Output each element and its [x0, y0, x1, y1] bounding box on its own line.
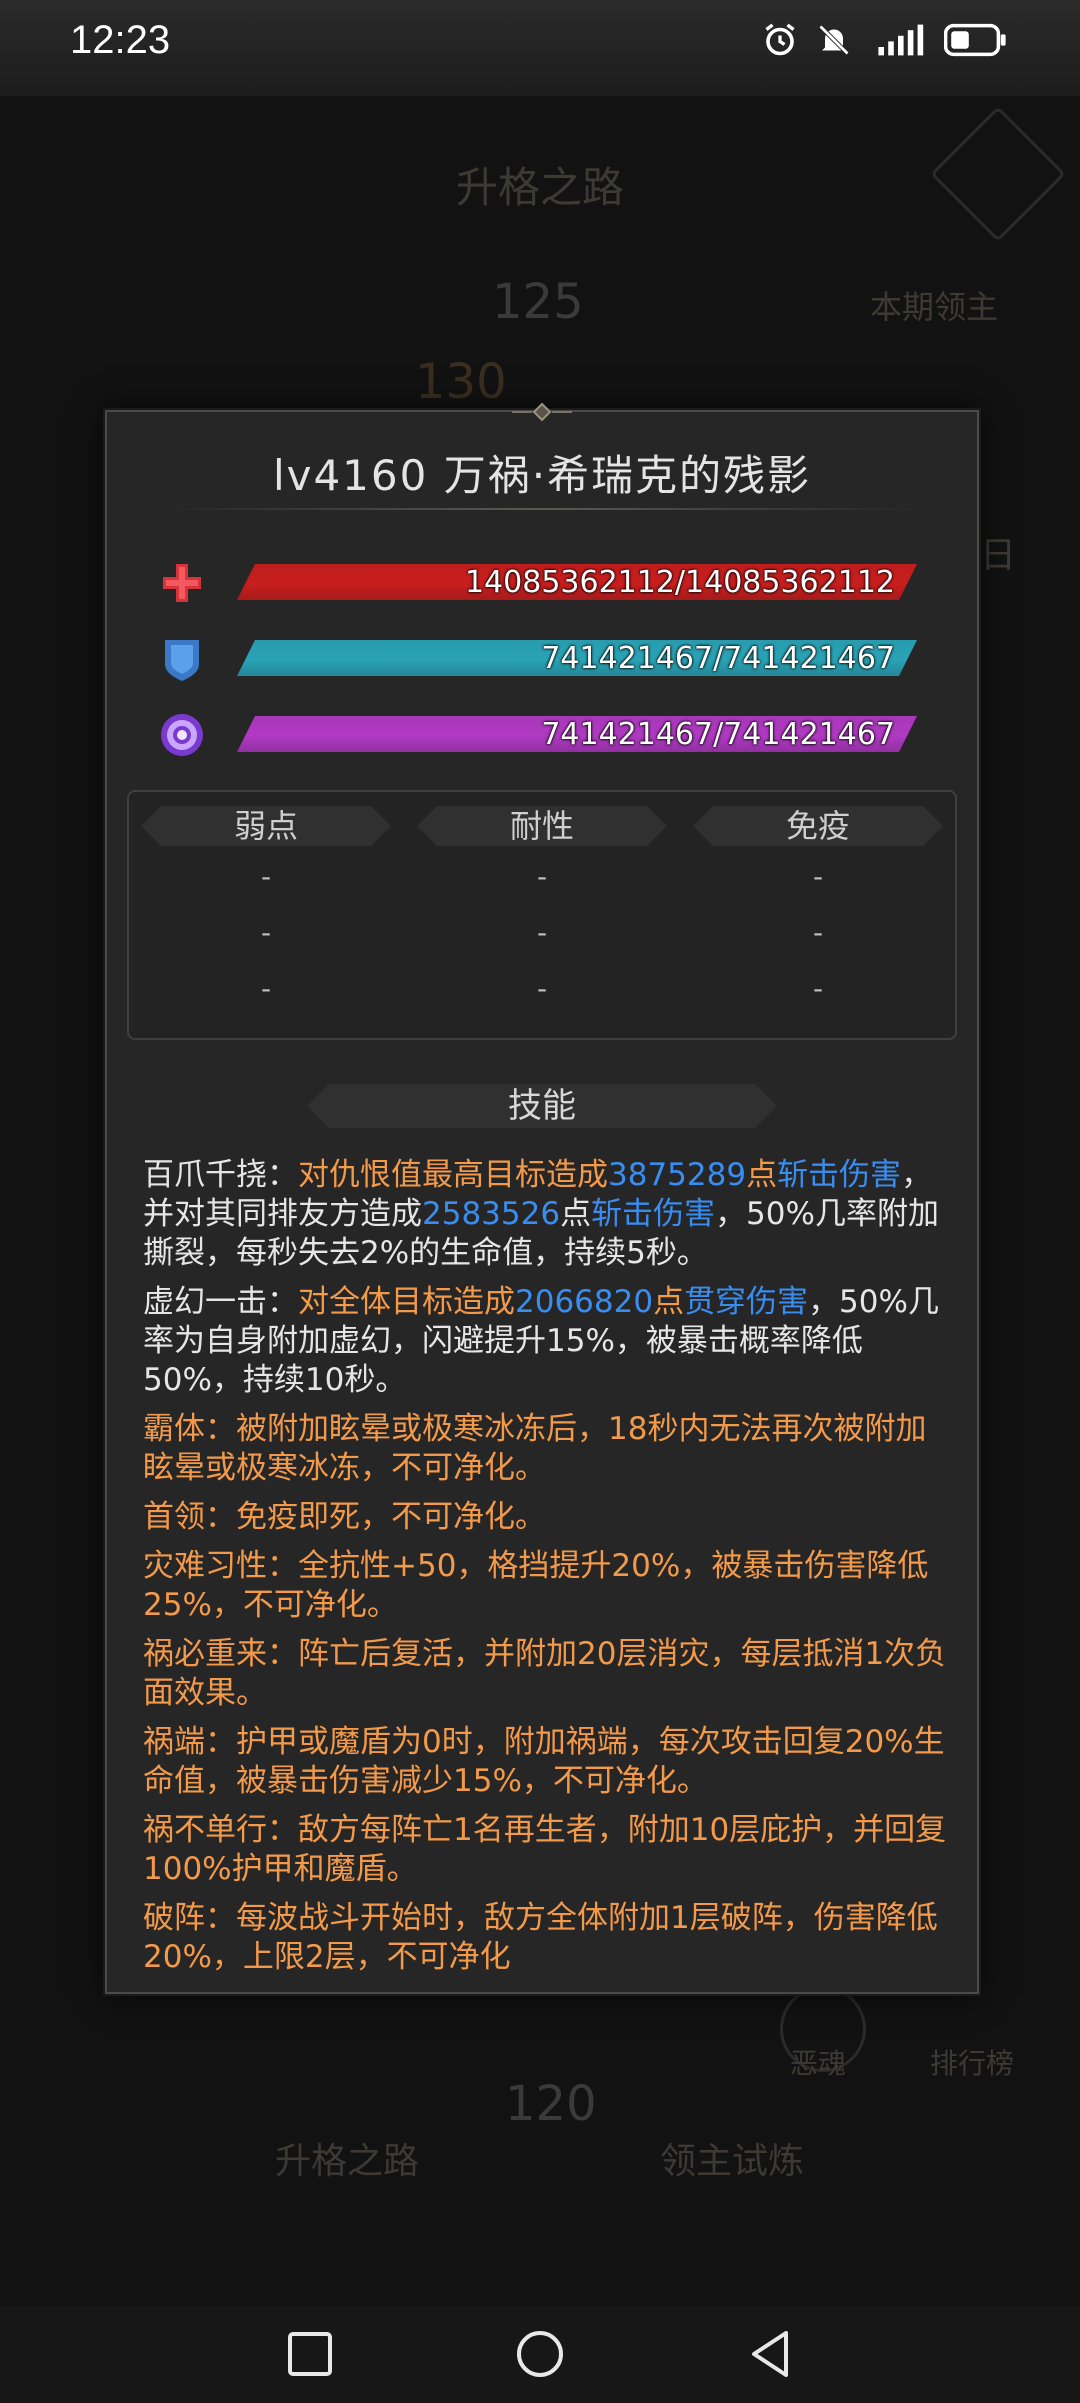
skill-text-segment: 点 [746, 1157, 778, 1193]
magic-value: 741421467/741421467 [541, 717, 895, 752]
skill-entry: 破阵：每波战斗开始时，敌方全体附加1层破阵，伤害降低20%，上限2层，不可净化 [143, 1899, 949, 1977]
bg-info-diamond [930, 106, 1066, 242]
bg-rank-label[interactable]: 排行榜 [930, 2042, 1014, 2082]
skill-text-segment: 斩击伤害 [777, 1157, 902, 1193]
skill-text-segment: 2583526 [422, 1196, 561, 1232]
hp-row: 14085362112/14085362112 [157, 552, 937, 612]
armor-value: 741421467/741421467 [541, 641, 895, 676]
bg-side-char: 日 [980, 535, 1017, 576]
skill-entry: 祸端：护甲或魔盾为0时，附加祸端，每次攻击回复20%生命值，被暴击伤害减少15%… [143, 1723, 949, 1801]
bg-current-boss-label[interactable]: 本期领主 [870, 282, 998, 328]
status-time: 12:23 [70, 18, 171, 62]
magic-swirl-icon [161, 714, 203, 756]
skill-entry: 祸不单行：敌方每阵亡1名再生者，附加10层庇护，并回复100%护甲和魔盾。 [143, 1811, 949, 1889]
resistance-value: - [536, 860, 548, 893]
skill-text-segment: 虚幻一击： [143, 1284, 298, 1320]
system-nav-bar [0, 2306, 1080, 2403]
bg-ghost-label[interactable]: 恶魂 [790, 2042, 846, 2082]
boss-title: lv4160 万祸·希瑞克的残影 [272, 451, 812, 500]
bg-tab-path[interactable]: 升格之路 [275, 2132, 419, 2184]
immunity-value: - [812, 860, 824, 893]
weakness-value: - [260, 916, 272, 949]
skill-text-segment: 3875289 [608, 1157, 747, 1193]
skill-text-segment: 破阵：每波战斗开始时，敌方全体附加1层破阵，伤害降低20%，上限2层，不可净化 [143, 1900, 938, 1975]
weakness-value: - [260, 860, 272, 893]
alarm-icon [765, 23, 795, 56]
diamond-ornament-icon [512, 402, 572, 422]
resistance-value: - [536, 972, 548, 1005]
bg-level-130: 130 [415, 354, 507, 410]
skills-list: 百爪千挠：对仇恨值最高目标造成3875289点斩击伤害，并对其同排友方造成258… [143, 1156, 949, 1987]
skill-text-segment: 祸端：护甲或魔盾为0时，附加祸端，每次攻击回复20%生命值，被暴击伤害减少15%… [143, 1724, 945, 1799]
weakness-header: 弱点 [141, 806, 391, 846]
skill-text-segment: 灾难习性：全抗性+50，格挡提升20%，被暴击伤害降低25%，不可净化。 [143, 1548, 929, 1623]
boss-info-modal: lv4160 万祸·希瑞克的残影 14085362112/14085362112… [105, 402, 979, 1994]
skill-entry: 祸必重来：阵亡后复活，并附加20层消灾，每层抵消1次负面效果。 [143, 1635, 949, 1713]
immunity-value: - [812, 972, 824, 1005]
weakness-value: - [260, 972, 272, 1005]
status-bar: 12:23 [0, 0, 1080, 96]
skill-text-segment: 点 [560, 1196, 592, 1232]
bg-tab-trial[interactable]: 领主试炼 [660, 2132, 804, 2184]
skill-entry: 虚幻一击：对全体目标造成2066820点贯穿伤害，50%几率为自身附加虚幻，闪避… [143, 1283, 949, 1400]
skills-header: 技能 [307, 1084, 777, 1128]
battery-icon [944, 23, 1006, 57]
mute-bell-icon [818, 24, 850, 56]
back-triangle-icon[interactable] [742, 2326, 798, 2382]
skill-entry: 灾难习性：全抗性+50，格挡提升20%，被暴击伤害降低25%，不可净化。 [143, 1547, 949, 1625]
magic-bar: 741421467/741421467 [237, 716, 917, 752]
bg-level-125: 125 [492, 274, 584, 330]
resistance-value: - [536, 916, 548, 949]
signal-icon [878, 24, 924, 56]
magic-shield-row: 741421467/741421467 [157, 704, 937, 764]
armor-bar: 741421467/741421467 [237, 640, 917, 676]
hp-value: 14085362112/14085362112 [464, 565, 895, 600]
home-circle-icon[interactable] [512, 2326, 568, 2382]
resistance-table: 弱点 耐性 免疫 - - - - - - - - - [127, 790, 957, 1040]
skill-text-segment: 祸不单行：敌方每阵亡1名再生者，附加10层庇护，并回复100%护甲和魔盾。 [143, 1812, 947, 1887]
bg-page-title: 升格之路 [455, 163, 624, 212]
status-icons [762, 22, 1008, 58]
skill-text-segment: 霸体：被附加眩晕或极寒冰冻后，18秒内无法再次被附加眩晕或极寒冰冻，不可净化。 [143, 1411, 927, 1486]
skill-text-segment: 百爪千挠： [143, 1157, 298, 1193]
immunity-header: 免疫 [693, 806, 943, 846]
recents-square-icon[interactable] [282, 2326, 338, 2382]
armor-row: 741421467/741421467 [157, 628, 937, 688]
skill-text-segment: 首领：免疫即死，不可净化。 [143, 1499, 546, 1535]
skill-text-segment: 祸必重来：阵亡后复活，并附加20层消灾，每层抵消1次负面效果。 [143, 1636, 947, 1711]
skill-text-segment: 对仇恨值最高目标造成 [298, 1157, 608, 1193]
skill-entry: 百爪千挠：对仇恨值最高目标造成3875289点斩击伤害，并对其同排友方造成258… [143, 1156, 949, 1273]
skill-text-segment: 2066820 [515, 1284, 654, 1320]
skill-text-segment: 对全体目标造成 [298, 1284, 515, 1320]
skill-text-segment: 斩击伤害 [591, 1196, 716, 1232]
health-cross-icon [163, 564, 201, 602]
skill-entry: 霸体：被附加眩晕或极寒冰冻后，18秒内无法再次被附加眩晕或极寒冰冻，不可净化。 [143, 1410, 949, 1488]
hp-bar: 14085362112/14085362112 [237, 564, 917, 600]
skill-entry: 首领：免疫即死，不可净化。 [143, 1498, 949, 1537]
title-divider [167, 508, 917, 510]
resistance-header: 耐性 [417, 806, 667, 846]
skill-text-segment: 贯穿伤害 [684, 1284, 809, 1320]
immunity-value: - [812, 916, 824, 949]
bg-level-120: 120 [505, 2076, 597, 2132]
shield-icon [165, 640, 199, 681]
skill-text-segment: 点 [653, 1284, 685, 1320]
